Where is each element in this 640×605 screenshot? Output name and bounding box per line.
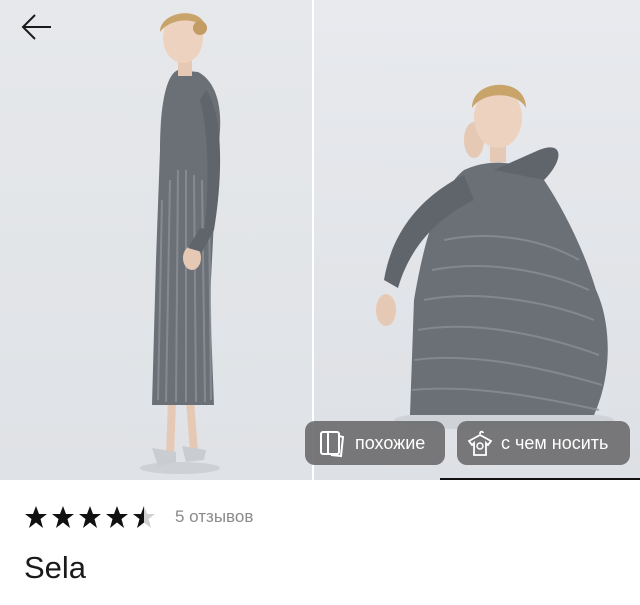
what-to-wear-with-label: с чем носить [501,432,609,453]
similar-items-label: похожие [355,432,426,453]
product-photo-standing[interactable] [0,0,312,480]
reviews-count-link[interactable]: 5 отзывов [175,507,253,527]
what-to-wear-with-button[interactable]: с чем носить [457,421,630,465]
arrow-left-icon [21,14,51,40]
rating-stars [24,505,159,529]
product-brand: Sela [24,550,87,585]
gallery-page-indicator [440,478,640,480]
product-rating[interactable]: 5 отзывов [24,505,253,529]
product-photo-crouching[interactable] [314,0,640,480]
product-image-gallery[interactable]: похожие с чем носить [0,0,640,480]
star-full-icon [106,506,128,528]
hanger-shirt-icon [467,430,493,456]
star-full-icon [52,506,74,528]
star-full-icon [79,506,101,528]
similar-items-button[interactable]: похожие [305,421,445,465]
crouching-model-illustration [376,84,614,430]
star-half-icon [133,506,155,528]
photo-cards-icon [320,431,345,458]
standing-model-illustration [140,13,221,474]
star-full-icon [25,506,47,528]
back-button[interactable] [20,12,54,42]
